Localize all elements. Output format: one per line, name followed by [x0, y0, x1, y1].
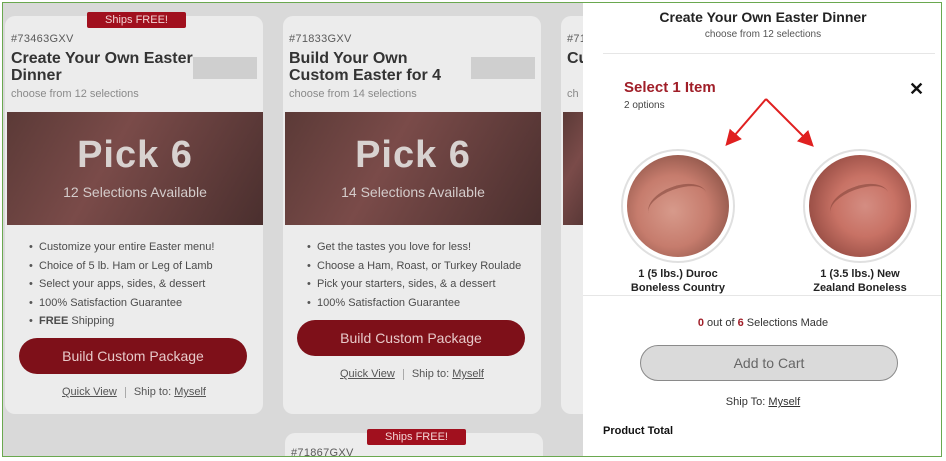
ship-to-link[interactable]: Myself [768, 396, 800, 408]
panel-subtitle: choose from 12 selections [704, 29, 822, 40]
counter-text: out of [703, 317, 738, 329]
counter-suffix: Selections Made [743, 317, 829, 329]
feature-item: Get the tastes you love for less! [307, 238, 521, 257]
screenshot-frame: Ships FREE! #73463GXV Create Your Own Ea… [2, 2, 942, 457]
product-total-label: Product Total [603, 425, 674, 437]
select-item-heading: Select 1 Item [624, 79, 716, 96]
product-title[interactable]: Build Your Own Custom Easter for 4 [289, 50, 471, 84]
ship-to-link[interactable]: Myself [452, 368, 484, 380]
hero-subtitle: 14 Selections Available [341, 184, 485, 200]
build-package-panel: Create Your Own Easter Dinner choose fro… [583, 3, 941, 456]
option-name-2[interactable]: 1 (3.5 lbs.) New Zealand Boneless [795, 267, 925, 295]
feature-item: Choice of 5 lb. Ham or Leg of Lamb [29, 257, 214, 276]
hero-title: Pick 6 [77, 134, 193, 176]
product-card-1[interactable]: Ships FREE! #73463GXV Create Your Own Ea… [5, 12, 263, 414]
option-name-line: 1 (3.5 lbs.) New [820, 268, 900, 280]
feature-item: Pick your starters, sides, & a dessert [307, 275, 521, 294]
option-name-line: 1 (5 lbs.) Duroc [638, 268, 718, 280]
feature-item: 100% Satisfaction Guarantee [29, 294, 214, 313]
ship-to: Ship To: Myself [583, 396, 941, 408]
options-count: 2 options [624, 100, 665, 111]
quick-view-link[interactable]: Quick View [62, 386, 117, 398]
product-sku: #71867GXV [291, 447, 354, 457]
feature-item: FREE Shipping [29, 312, 214, 331]
product-sku: #71833GXV [289, 33, 352, 45]
ship-to-label: Ship To: [725, 396, 769, 408]
hero-subtitle: 12 Selections Available [63, 184, 207, 200]
card-footer: Quick View Ship to: Myself [283, 368, 541, 380]
product-hero-image[interactable]: Pick 6 12 Selections Available [7, 112, 263, 225]
ham-image [627, 155, 729, 257]
build-custom-package-button[interactable]: Build Custom Package [297, 320, 525, 356]
option-image-1[interactable] [621, 149, 735, 263]
option-name-line: Zealand Boneless [813, 282, 907, 294]
product-card-2[interactable]: #71833GXV Build Your Own Custom Easter f… [283, 16, 541, 414]
option-name-line: Boneless Country [630, 282, 726, 294]
divider [124, 386, 126, 398]
product-hero-image[interactable]: Pick 6 14 Selections Available [285, 112, 541, 225]
hero-title: Pick 6 [355, 134, 471, 176]
product-title[interactable]: Create Your Own Easter Dinner [11, 50, 193, 84]
price-placeholder [471, 57, 535, 79]
feature-list: Get the tastes you love for less! Choose… [307, 238, 521, 312]
ships-free-badge: Ships FREE! [367, 429, 466, 445]
feature-rest: Shipping [68, 315, 115, 327]
lamb-image [809, 155, 911, 257]
annotation-arrow-right [765, 98, 814, 147]
option-image-2[interactable] [803, 149, 917, 263]
ship-to-link[interactable]: Myself [174, 386, 206, 398]
product-subtitle: ch [567, 88, 579, 100]
annotation-arrow-left [725, 98, 767, 147]
selections-counter: 0 out of 6 Selections Made [583, 317, 941, 329]
product-subtitle: choose from 12 selections [11, 88, 139, 100]
divider [402, 368, 404, 380]
feature-bold: FREE [39, 315, 69, 327]
product-card-4[interactable]: Ships FREE! #71867GXV [285, 429, 543, 457]
close-icon[interactable]: ✕ [909, 79, 924, 100]
price-placeholder [193, 57, 257, 79]
quick-view-link[interactable]: Quick View [340, 368, 395, 380]
feature-item: Select your apps, sides, & dessert [29, 275, 214, 294]
feature-list: Customize your entire Easter menu! Choic… [29, 238, 214, 331]
panel-title: Create Your Own Easter Dinner [659, 9, 867, 25]
product-subtitle: choose from 14 selections [289, 88, 417, 100]
feature-item: Customize your entire Easter menu! [29, 238, 214, 257]
ships-free-badge: Ships FREE! [87, 12, 186, 28]
product-sku: #73463GXV [11, 33, 74, 45]
divider [583, 295, 941, 296]
build-custom-package-button[interactable]: Build Custom Package [19, 338, 247, 374]
ship-to-label: Ship to: [133, 386, 172, 398]
feature-item: 100% Satisfaction Guarantee [307, 294, 521, 313]
feature-item: Choose a Ham, Roast, or Turkey Roulade [307, 257, 521, 276]
ship-to-label: Ship to: [411, 368, 450, 380]
add-to-cart-button[interactable]: Add to Cart [640, 345, 898, 381]
card-footer: Quick View Ship to: Myself [5, 386, 263, 398]
product-listing-background: Ships FREE! #73463GXV Create Your Own Ea… [3, 3, 603, 457]
option-name-1[interactable]: 1 (5 lbs.) Duroc Boneless Country [613, 267, 743, 295]
divider [603, 53, 935, 54]
